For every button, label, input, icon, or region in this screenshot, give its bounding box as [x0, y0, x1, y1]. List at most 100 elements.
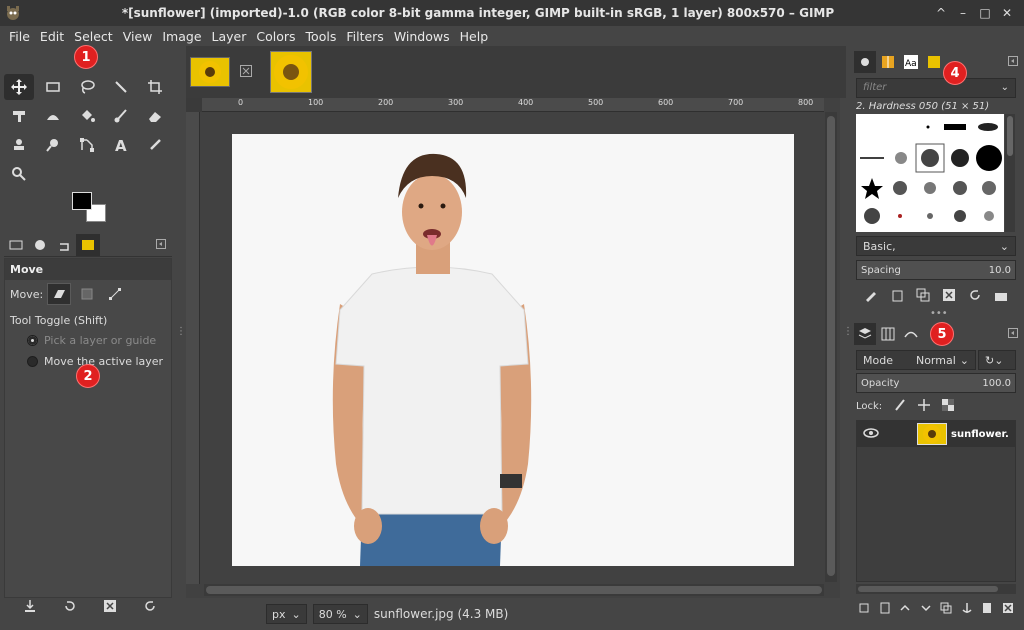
merge-layer-icon[interactable]: [981, 602, 993, 617]
delete-brush-icon[interactable]: [942, 288, 956, 305]
delete-options-icon[interactable]: [103, 599, 117, 616]
brush-tag-selector[interactable]: Basic, ⌄: [856, 236, 1016, 256]
scrollbar-thumb[interactable]: [858, 586, 998, 592]
menu-image[interactable]: Image: [157, 29, 206, 44]
tab-device-status-icon[interactable]: [28, 234, 52, 256]
zoom-tool-icon[interactable]: [4, 161, 34, 187]
fuzzy-select-tool-icon[interactable]: [106, 74, 136, 100]
maximize-button[interactable]: □: [974, 6, 996, 20]
dock-menu-icon[interactable]: [1008, 327, 1018, 341]
refresh-brushes-icon[interactable]: [968, 288, 982, 305]
restore-options-icon[interactable]: [63, 599, 77, 616]
tab-patterns-icon[interactable]: [877, 51, 899, 73]
image-tab-sunflower[interactable]: [190, 50, 252, 94]
menu-colors[interactable]: Colors: [251, 29, 300, 44]
duplicate-layer-icon[interactable]: [940, 602, 952, 617]
reset-options-icon[interactable]: [143, 599, 157, 616]
move-layer-mode-icon[interactable]: [47, 283, 72, 305]
lock-pixels-icon[interactable]: [894, 399, 906, 414]
tab-fonts-icon[interactable]: Aa: [900, 51, 922, 73]
canvas-image[interactable]: [232, 134, 794, 566]
move-path-mode-icon[interactable]: [103, 283, 127, 305]
scrollbar-thumb[interactable]: [1007, 116, 1013, 156]
delete-layer-icon[interactable]: [1002, 602, 1014, 617]
tab-tool-options-icon[interactable]: [4, 234, 28, 256]
menu-windows[interactable]: Windows: [389, 29, 455, 44]
scrollbar-thumb[interactable]: [827, 116, 835, 576]
image-tab-active[interactable]: [270, 50, 312, 94]
menu-select[interactable]: Select: [69, 29, 118, 44]
tab-layers-icon[interactable]: [854, 323, 876, 345]
new-layer-group-icon[interactable]: [858, 602, 870, 617]
ruler-corner[interactable]: [186, 98, 202, 112]
color-picker-tool-icon[interactable]: [140, 132, 170, 158]
layer-row[interactable]: sunflower.: [857, 421, 1015, 447]
unit-selector[interactable]: px ⌄: [266, 604, 307, 624]
bucket-fill-tool-icon[interactable]: [72, 103, 102, 129]
rect-select-tool-icon[interactable]: [38, 74, 68, 100]
tab-document-history-icon[interactable]: [923, 51, 945, 73]
clone-tool-icon[interactable]: [4, 132, 34, 158]
vertical-scrollbar[interactable]: [825, 112, 837, 582]
eraser-tool-icon[interactable]: [140, 103, 170, 129]
menu-edit[interactable]: Edit: [35, 29, 69, 44]
opacity-spinner[interactable]: Opacity 100.0: [856, 373, 1016, 393]
close-tab-icon[interactable]: [240, 64, 252, 80]
lower-layer-icon[interactable]: [920, 602, 932, 617]
foreground-color-swatch[interactable]: [72, 192, 92, 210]
menu-layer[interactable]: Layer: [207, 29, 252, 44]
crop-tool-icon[interactable]: [140, 74, 170, 100]
tab-brushes-icon[interactable]: [854, 51, 876, 73]
anchor-layer-icon[interactable]: [961, 602, 973, 617]
tab-undo-history-icon[interactable]: [52, 234, 76, 256]
layer-mode-selector[interactable]: Mode Normal ⌄: [856, 350, 976, 370]
color-swatches[interactable]: [72, 192, 112, 228]
menu-help[interactable]: Help: [455, 29, 494, 44]
menu-filters[interactable]: Filters: [341, 29, 388, 44]
new-brush-icon[interactable]: [890, 288, 904, 305]
restore-button[interactable]: –: [952, 6, 974, 20]
layers-horizontal-scrollbar[interactable]: [856, 584, 1016, 594]
scrollbar-thumb[interactable]: [206, 586, 822, 594]
lock-alpha-icon[interactable]: [942, 399, 955, 414]
horizontal-scrollbar[interactable]: [204, 584, 824, 596]
move-selection-mode-icon[interactable]: [75, 283, 99, 305]
menu-tools[interactable]: Tools: [301, 29, 342, 44]
visibility-eye-icon[interactable]: [863, 427, 879, 442]
move-tool-icon[interactable]: [4, 74, 34, 100]
text-tool-icon[interactable]: A: [106, 132, 136, 158]
paintbrush-tool-icon[interactable]: [106, 103, 136, 129]
close-button[interactable]: ✕: [996, 6, 1018, 20]
vertical-ruler[interactable]: [186, 112, 200, 584]
pick-layer-radio[interactable]: Pick a layer or guide: [5, 330, 171, 351]
minimize-button[interactable]: ^: [930, 6, 952, 20]
open-brush-as-image-icon[interactable]: [994, 288, 1008, 305]
menu-file[interactable]: File: [4, 29, 35, 44]
horizontal-ruler[interactable]: 0 100 200 300 400 500 600 700 800: [202, 98, 824, 112]
duplicate-brush-icon[interactable]: [916, 288, 930, 305]
zoom-selector[interactable]: 80 % ⌄: [312, 604, 368, 624]
brush-grid[interactable]: [856, 114, 1004, 232]
tab-channels-icon[interactable]: [877, 323, 899, 345]
unified-transform-tool-icon[interactable]: [4, 103, 34, 129]
lock-position-icon[interactable]: [918, 399, 931, 414]
new-layer-icon[interactable]: [879, 602, 891, 617]
save-options-icon[interactable]: [23, 599, 37, 616]
lasso-tool-icon[interactable]: [72, 74, 102, 100]
brush-filter-input[interactable]: filter ⌄: [856, 78, 1016, 98]
edit-brush-icon[interactable]: [864, 288, 878, 305]
smudge-tool-icon[interactable]: [38, 132, 68, 158]
spacing-spinner[interactable]: Spacing 10.0: [856, 260, 1016, 280]
warp-tool-icon[interactable]: [38, 103, 68, 129]
tab-images-icon[interactable]: [76, 233, 100, 256]
menu-view[interactable]: View: [118, 29, 158, 44]
raise-layer-icon[interactable]: [899, 602, 911, 617]
path-tool-icon[interactable]: [72, 132, 102, 158]
dock-menu-icon[interactable]: [156, 238, 166, 252]
composite-mode-selector[interactable]: ↻ ⌄: [978, 350, 1016, 370]
tab-paths-icon[interactable]: [900, 323, 922, 345]
brush-scrollbar[interactable]: [1005, 114, 1015, 232]
left-dock-splitter[interactable]: ⋮: [176, 326, 186, 337]
dock-splitter[interactable]: •••: [930, 308, 948, 319]
dock-menu-icon[interactable]: [1008, 55, 1018, 69]
